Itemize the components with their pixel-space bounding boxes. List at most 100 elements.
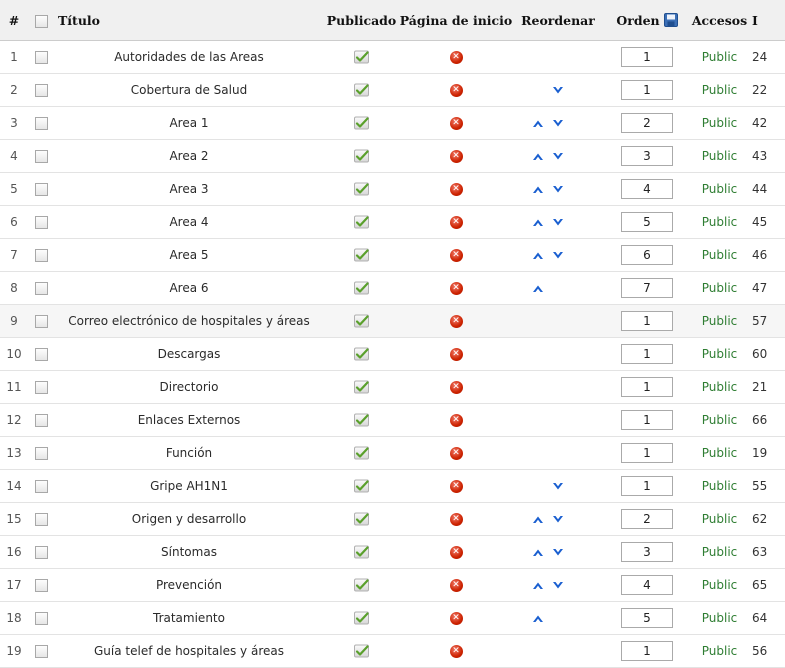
row-title[interactable]: Autoridades de las Areas [54,40,324,74]
row-checkbox[interactable] [34,414,48,427]
col-header-order-label[interactable]: Orden [616,13,659,28]
save-order-icon[interactable] [663,12,678,27]
not-on-homepage-icon[interactable]: ✕ [449,315,463,328]
row-checkbox[interactable] [34,612,48,625]
col-header-reorder[interactable]: Reordenar [513,0,603,41]
row-title[interactable]: Area 6 [54,271,324,305]
order-input[interactable] [621,476,673,496]
not-on-homepage-icon[interactable]: ✕ [449,150,463,163]
row-title[interactable]: Tratamiento [54,601,324,635]
move-down-icon[interactable] [552,482,564,491]
row-checkbox[interactable] [34,282,48,295]
order-input[interactable] [621,311,673,331]
row-access[interactable]: Public [691,601,748,635]
not-on-homepage-icon[interactable]: ✕ [449,480,463,493]
row-title[interactable]: Síntomas [54,535,324,569]
row-checkbox[interactable] [34,579,48,592]
col-header-id[interactable]: I [748,0,785,41]
select-all-checkbox[interactable] [34,14,48,28]
order-input[interactable] [621,344,673,364]
move-up-icon[interactable] [532,548,544,557]
row-access[interactable]: Public [691,337,748,371]
row-title[interactable]: Cobertura de Salud [54,73,324,107]
not-on-homepage-icon[interactable]: ✕ [449,414,463,427]
published-check-icon[interactable] [353,50,370,64]
row-title[interactable]: Gripe AH1N1 [54,469,324,503]
order-input[interactable] [621,377,673,397]
row-access[interactable]: Public [691,205,748,239]
not-on-homepage-icon[interactable]: ✕ [449,645,463,658]
move-down-icon[interactable] [552,548,564,557]
order-input[interactable] [621,608,673,628]
not-on-homepage-icon[interactable]: ✕ [449,117,463,130]
col-header-homepage[interactable]: Página de inicio [399,0,513,41]
move-up-icon[interactable] [532,152,544,161]
not-on-homepage-icon[interactable]: ✕ [449,51,463,64]
published-check-icon[interactable] [353,644,370,658]
row-access[interactable]: Public [691,436,748,470]
published-check-icon[interactable] [353,545,370,559]
order-input[interactable] [621,542,673,562]
move-up-icon[interactable] [532,119,544,128]
move-up-icon[interactable] [532,515,544,524]
move-up-icon[interactable] [532,581,544,590]
move-down-icon[interactable] [552,119,564,128]
order-input[interactable] [621,641,673,661]
not-on-homepage-icon[interactable]: ✕ [449,579,463,592]
move-down-icon[interactable] [552,185,564,194]
move-up-icon[interactable] [532,251,544,260]
not-on-homepage-icon[interactable]: ✕ [449,348,463,361]
row-title[interactable]: Correo electrónico de hospitales y áreas [54,304,324,338]
col-header-published[interactable]: Publicado [324,0,399,41]
not-on-homepage-icon[interactable]: ✕ [449,249,463,262]
published-check-icon[interactable] [353,380,370,394]
published-check-icon[interactable] [353,413,370,427]
row-access[interactable]: Public [691,40,748,74]
published-check-icon[interactable] [353,314,370,328]
row-checkbox[interactable] [34,546,48,559]
row-title[interactable]: Area 3 [54,172,324,206]
published-check-icon[interactable] [353,149,370,163]
order-input[interactable] [621,212,673,232]
row-access[interactable]: Public [691,568,748,602]
row-checkbox[interactable] [34,348,48,361]
order-input[interactable] [621,278,673,298]
row-title[interactable]: Area 1 [54,106,324,140]
order-input[interactable] [621,575,673,595]
order-input[interactable] [621,47,673,67]
published-check-icon[interactable] [353,479,370,493]
row-access[interactable]: Public [691,370,748,404]
not-on-homepage-icon[interactable]: ✕ [449,513,463,526]
move-down-icon[interactable] [552,86,564,95]
row-checkbox[interactable] [34,216,48,229]
move-down-icon[interactable] [552,515,564,524]
not-on-homepage-icon[interactable]: ✕ [449,546,463,559]
col-header-title[interactable]: Título [54,0,324,41]
row-title[interactable]: Prevención [54,568,324,602]
row-access[interactable]: Public [691,73,748,107]
move-down-icon[interactable] [552,251,564,260]
published-check-icon[interactable] [353,215,370,229]
row-checkbox[interactable] [34,249,48,262]
row-checkbox[interactable] [34,480,48,493]
row-title[interactable]: Area 2 [54,139,324,173]
move-down-icon[interactable] [552,218,564,227]
row-access[interactable]: Public [691,403,748,437]
row-access[interactable]: Public [691,304,748,338]
published-check-icon[interactable] [353,116,370,130]
published-check-icon[interactable] [353,182,370,196]
row-title[interactable]: Descargas [54,337,324,371]
move-up-icon[interactable] [532,185,544,194]
row-access[interactable]: Public [691,139,748,173]
not-on-homepage-icon[interactable]: ✕ [449,84,463,97]
row-checkbox[interactable] [34,183,48,196]
row-title[interactable]: Enlaces Externos [54,403,324,437]
published-check-icon[interactable] [353,347,370,361]
row-title[interactable]: Guía telef de hospitales y áreas [54,634,324,668]
published-check-icon[interactable] [353,611,370,625]
row-access[interactable]: Public [691,469,748,503]
not-on-homepage-icon[interactable]: ✕ [449,447,463,460]
row-checkbox[interactable] [34,51,48,64]
row-access[interactable]: Public [691,172,748,206]
order-input[interactable] [621,410,673,430]
